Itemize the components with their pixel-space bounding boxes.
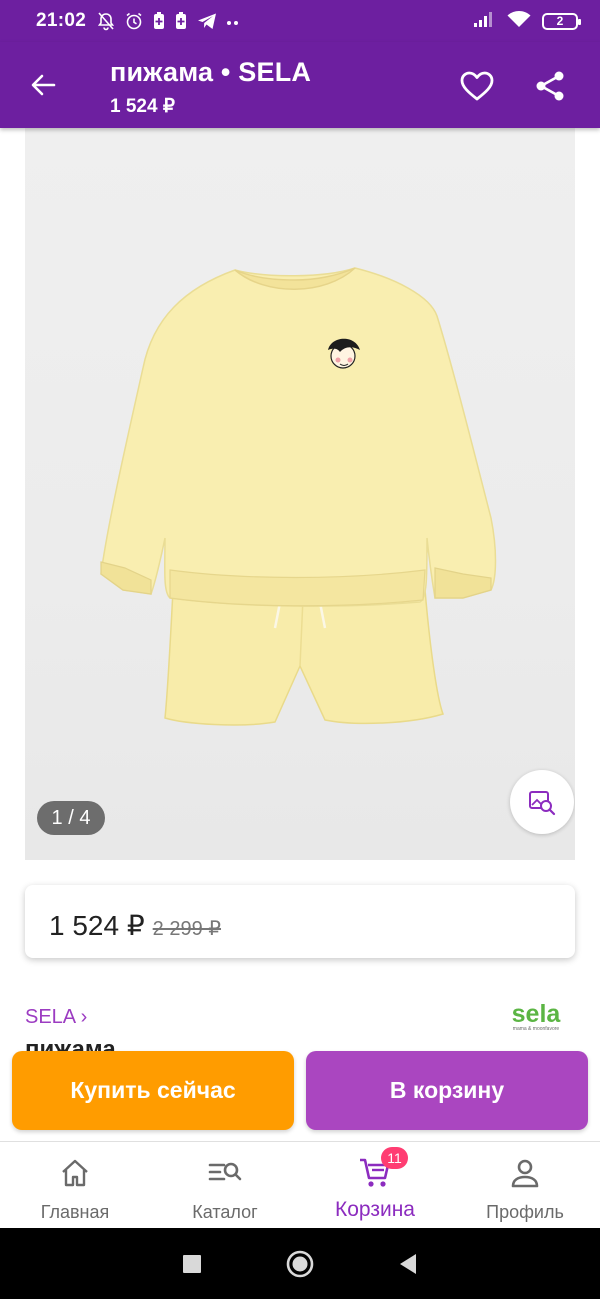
- buy-now-button[interactable]: Купить сейчас: [12, 1051, 294, 1130]
- battery-icon: 2: [542, 12, 581, 30]
- nav-label-catalog: Каталог: [192, 1202, 258, 1222]
- status-system-icons: 2: [472, 9, 581, 34]
- alarm-icon: [124, 11, 144, 31]
- arrow-back-icon: [31, 74, 56, 96]
- product-image: [100, 267, 497, 726]
- add-to-cart-button[interactable]: В корзину: [306, 1051, 588, 1130]
- favorite-button[interactable]: [455, 64, 499, 108]
- current-price: 1 524 ₽: [49, 910, 145, 941]
- old-price: 2 299 ₽: [152, 918, 222, 940]
- share-button[interactable]: [528, 64, 572, 108]
- brand-logo[interactable]: sela mama & moonfavore: [510, 1002, 562, 1033]
- profile-icon: [510, 1156, 540, 1190]
- back-button[interactable]: [22, 64, 64, 106]
- brand-logo-tagline: mama & moonfavore: [512, 1026, 560, 1032]
- bottom-navigation: Главная Каталог 11 Корзина Профиль: [0, 1141, 600, 1228]
- home-system-button[interactable]: [286, 1250, 314, 1278]
- home-circle-icon: [286, 1250, 314, 1277]
- price-card: 1 524 ₽ 2 299 ₽: [25, 885, 575, 958]
- recents-square-icon: [183, 1254, 201, 1273]
- back-system-button[interactable]: [398, 1253, 418, 1275]
- battery-level: 2: [556, 14, 564, 28]
- page-title: пижама • SELA: [110, 57, 312, 87]
- status-time: 21:02: [36, 10, 87, 31]
- mute-icon: [96, 11, 116, 31]
- signal-icon: [472, 9, 496, 34]
- telegram-icon: [196, 11, 218, 31]
- back-triangle-icon: [400, 1253, 416, 1274]
- nav-item-cart[interactable]: 11 Корзина: [300, 1142, 450, 1228]
- product-screen: 21:02 2 пижама • SELA 1 524 ₽ 1 / 4 1 52…: [0, 0, 600, 1299]
- visual-search-button[interactable]: [510, 770, 574, 834]
- battery-saver-icon: [152, 11, 166, 31]
- share-icon: [536, 71, 564, 101]
- nav-item-catalog[interactable]: Каталог: [150, 1142, 300, 1228]
- image-counter: 1 / 4: [37, 801, 105, 835]
- app-bar: пижама • SELA 1 524 ₽: [0, 42, 600, 128]
- cart-count-badge: 11: [381, 1147, 408, 1169]
- system-navigation-bar: [0, 1228, 600, 1299]
- nav-item-profile[interactable]: Профиль: [450, 1142, 600, 1228]
- more-dots-icon: [226, 11, 240, 31]
- image-search-icon: [529, 791, 556, 816]
- heart-icon: [460, 71, 494, 101]
- nav-item-home[interactable]: Главная: [0, 1142, 150, 1228]
- nav-label-profile: Профиль: [486, 1202, 564, 1222]
- recents-button[interactable]: [182, 1254, 202, 1274]
- status-notification-icons: [96, 11, 240, 31]
- home-icon: [59, 1156, 91, 1190]
- brand-logo-name: sela: [511, 1000, 561, 1028]
- page-subtitle-price: 1 524 ₽: [110, 96, 175, 117]
- nav-label-home: Главная: [40, 1202, 110, 1222]
- status-bar: 21:02 2: [0, 0, 600, 42]
- brand-link[interactable]: SELA ›: [25, 1006, 87, 1029]
- product-image-gallery[interactable]: 1 / 4: [25, 128, 575, 860]
- nav-label-cart: Корзина: [335, 1198, 415, 1221]
- battery-saver-icon: [174, 11, 188, 31]
- catalog-search-icon: [208, 1156, 242, 1190]
- wifi-icon: [506, 9, 532, 34]
